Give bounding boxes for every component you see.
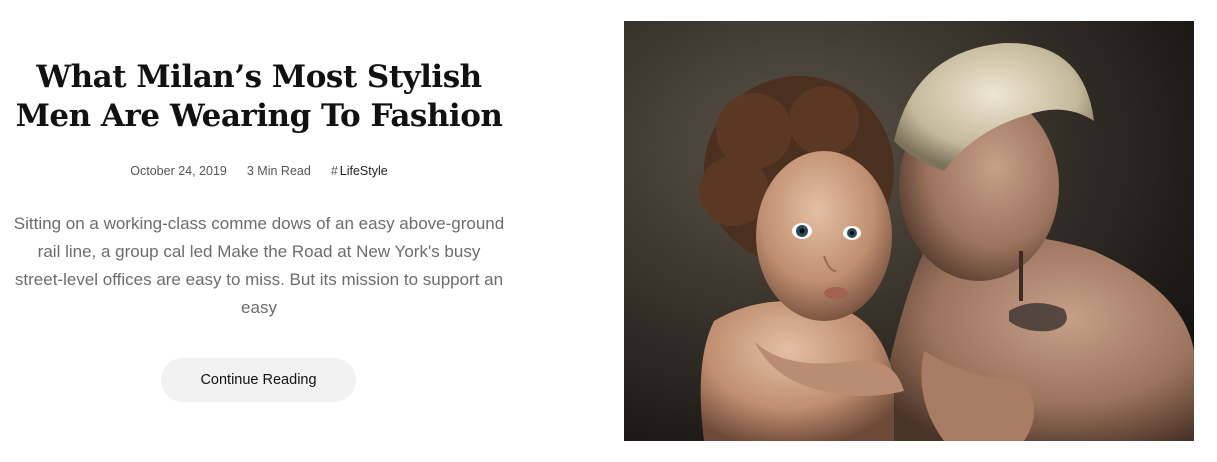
mother-child-photo — [624, 21, 1194, 441]
post-content: What Milan’s Most Stylish Men Are Wearin… — [0, 0, 518, 462]
post-featured-image[interactable] — [624, 21, 1194, 441]
post-category-link[interactable]: # LifeStyle — [331, 164, 388, 178]
post-category: LifeStyle — [339, 164, 388, 178]
post-date: October 24, 2019 — [130, 164, 227, 178]
post-excerpt: Sitting on a working-class comme dows of… — [13, 214, 505, 317]
post-read-time: 3 Min Read — [246, 164, 311, 178]
post-title[interactable]: What Milan’s Most Stylish Men Are Wearin… — [0, 58, 518, 136]
blog-post-card: What Milan’s Most Stylish Men Are Wearin… — [0, 0, 1217, 462]
continue-reading-button[interactable]: Continue Reading — [161, 358, 356, 402]
hash-icon: # — [330, 164, 338, 178]
post-meta: October 24, 2019 3 Min Read # LifeStyle — [0, 164, 518, 178]
